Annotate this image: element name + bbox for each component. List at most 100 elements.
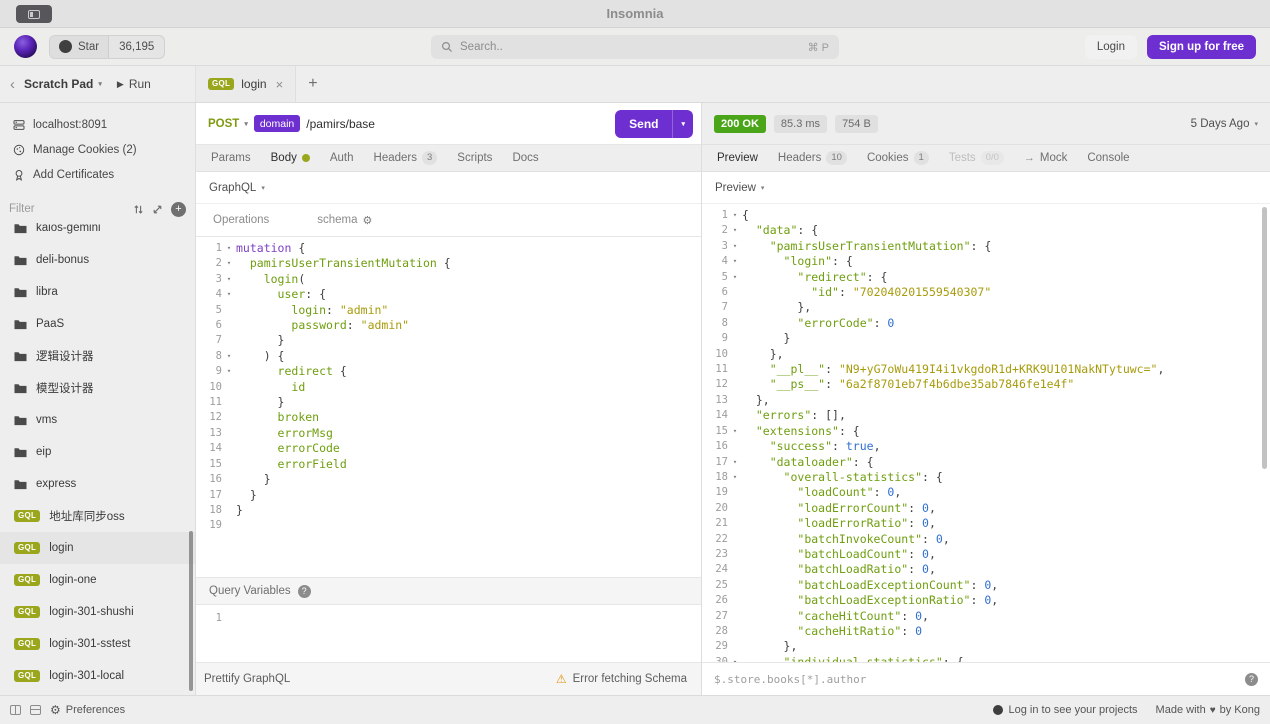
fold-arrow-icon (222, 303, 236, 318)
tab-login[interactable]: GQLlogin× (196, 66, 296, 102)
request-tab-body[interactable]: Body (261, 145, 320, 171)
request-tab-docs[interactable]: Docs (502, 145, 548, 171)
sidebar-link-localhost-8091[interactable]: localhost:8091 (0, 112, 195, 137)
line-number: 2 (196, 256, 222, 271)
request-tab-headers[interactable]: Headers3 (364, 145, 448, 171)
panel-toggle-icon[interactable] (30, 705, 41, 715)
fold-arrow-icon[interactable]: ▾ (222, 241, 236, 256)
sidebar-item-login-301-shushi[interactable]: GQLlogin-301-shushi (0, 596, 195, 628)
workspace-dropdown[interactable]: Scratch Pad ▾ (24, 77, 102, 91)
schema-button[interactable]: schema ⚙ (317, 214, 372, 227)
insomnia-logo[interactable] (14, 35, 37, 58)
code-line: 29 }, (702, 639, 1270, 654)
fold-arrow-icon[interactable]: ▾ (728, 270, 742, 285)
sidebar-item-eip[interactable]: eip (0, 436, 195, 468)
fold-arrow-icon[interactable]: ▾ (222, 256, 236, 271)
fold-arrow-icon[interactable]: ▾ (728, 208, 742, 223)
fold-arrow-icon (728, 408, 742, 423)
fold-arrow-icon (728, 547, 742, 562)
sidebar-item-deli-bonus[interactable]: deli-bonus (0, 244, 195, 276)
window-controls[interactable] (16, 5, 52, 23)
response-history-dropdown[interactable]: 5 Days Ago ▾ (1191, 118, 1258, 130)
response-tab-cookies[interactable]: Cookies1 (857, 145, 939, 171)
fold-arrow-icon[interactable]: ▾ (222, 349, 236, 364)
response-tab-tests[interactable]: Tests0/0 (939, 145, 1014, 171)
sidebar-link-manage-cookies-2[interactable]: Manage Cookies (2) (0, 137, 195, 162)
console-toggle-icon[interactable] (10, 705, 21, 715)
sidebar-item-express[interactable]: express (0, 468, 195, 500)
fold-arrow-icon[interactable]: ▾ (222, 287, 236, 302)
login-hint[interactable]: Log in to see your projects (993, 704, 1138, 716)
fold-arrow-icon (222, 333, 236, 348)
chevron-down-icon: ▾ (261, 184, 265, 192)
run-button[interactable]: ▶ Run (117, 77, 151, 91)
graphql-editor[interactable]: 1▾mutation {2▾ pamirsUserTransientMutati… (196, 237, 701, 577)
github-star-button[interactable]: Star 36,195 (49, 35, 165, 59)
code-line: 3▾ login( (196, 272, 701, 287)
fold-arrow-icon (728, 609, 742, 624)
sidebar-item-地址库同步oss[interactable]: GQL地址库同步oss (0, 500, 195, 532)
request-tab-auth[interactable]: Auth (320, 145, 364, 171)
login-button[interactable]: Login (1085, 35, 1137, 59)
code-line: 21 "loadErrorRatio": 0, (702, 516, 1270, 531)
response-filter-input[interactable] (714, 673, 1237, 686)
expand-icon[interactable] (152, 204, 163, 215)
sidebar-item-login-301-sstest[interactable]: GQLlogin-301-sstest (0, 628, 195, 660)
method-dropdown[interactable]: POST ▾ (208, 118, 248, 130)
response-tab-preview[interactable]: Preview (707, 145, 768, 171)
sort-icon[interactable] (133, 204, 144, 215)
sidebar-item-paas[interactable]: PaaS (0, 308, 195, 340)
back-button[interactable]: ‹ (10, 77, 15, 92)
request-tab-params[interactable]: Params (201, 145, 261, 171)
sidebar-item-模型设计器[interactable]: 模型设计器 (0, 372, 195, 404)
sidebar-link-add-certificates[interactable]: Add Certificates (0, 162, 195, 187)
fold-arrow-icon[interactable]: ▾ (728, 223, 742, 238)
prettify-button[interactable]: Prettify GraphQL (204, 673, 290, 685)
response-tab-headers[interactable]: Headers10 (768, 145, 857, 171)
sidebar-item-kaios-gemini[interactable]: kaios-gemini (0, 223, 195, 244)
response-tab-mock[interactable]: →Mock (1014, 145, 1077, 171)
line-number: 6 (702, 285, 728, 300)
preview-mode-dropdown[interactable]: Preview ▾ (702, 172, 1270, 204)
signup-button[interactable]: Sign up for free (1147, 35, 1256, 59)
add-request-button[interactable]: + (171, 202, 186, 217)
sidebar-item-login-one[interactable]: GQLlogin-one (0, 564, 195, 596)
send-options-icon[interactable]: ▾ (673, 120, 693, 128)
url-input[interactable]: /pamirs/base (306, 117, 375, 131)
fold-arrow-icon[interactable]: ▾ (728, 254, 742, 269)
filter-input[interactable] (9, 199, 125, 219)
sidebar-item-login[interactable]: GQLlogin (0, 532, 195, 564)
env-variable-badge[interactable]: domain (254, 115, 300, 132)
fold-arrow-icon[interactable]: ▾ (728, 655, 742, 662)
body-type-dropdown[interactable]: GraphQL ▾ (196, 172, 701, 204)
response-scrollbar[interactable] (1262, 207, 1267, 469)
fold-arrow-icon[interactable]: ▾ (728, 424, 742, 439)
sidebar-item-vms[interactable]: vms (0, 404, 195, 436)
line-number: 11 (196, 395, 222, 410)
response-tab-console[interactable]: Console (1077, 145, 1139, 171)
sidebar-item-逻辑设计器[interactable]: 逻辑设计器 (0, 340, 195, 372)
fold-arrow-icon[interactable]: ▾ (728, 455, 742, 470)
query-variables-editor[interactable]: 1 (196, 605, 701, 662)
fold-arrow-icon[interactable]: ▾ (728, 239, 742, 254)
fold-arrow-icon[interactable]: ▾ (222, 364, 236, 379)
response-body-viewer[interactable]: 1▾{2▾ "data": {3▾ "pamirsUserTransientMu… (702, 204, 1270, 662)
request-tab-scripts[interactable]: Scripts (447, 145, 502, 171)
close-icon[interactable]: × (276, 77, 284, 92)
code-line: 3▾ "pamirsUserTransientMutation": { (702, 239, 1270, 254)
search-input[interactable]: Search.. ⌘ P (431, 35, 839, 59)
fold-arrow-icon (222, 611, 236, 626)
fold-arrow-icon[interactable]: ▾ (728, 470, 742, 485)
fold-arrow-icon[interactable]: ▾ (222, 272, 236, 287)
sidebar-item-libra[interactable]: libra (0, 276, 195, 308)
new-tab-button[interactable]: + (308, 75, 317, 93)
preferences-button[interactable]: ⚙ Preferences (50, 703, 125, 717)
send-button[interactable]: Send ▾ (615, 110, 693, 138)
help-icon[interactable]: ? (298, 585, 311, 598)
count-badge: 0/0 (981, 151, 1004, 165)
code-line: 23 "batchLoadCount": 0, (702, 547, 1270, 562)
sidebar-scrollbar[interactable] (189, 531, 193, 691)
sidebar-item-login-301-local[interactable]: GQLlogin-301-local (0, 660, 195, 692)
code-line: 1▾{ (702, 208, 1270, 223)
help-icon[interactable]: ? (1245, 673, 1258, 686)
